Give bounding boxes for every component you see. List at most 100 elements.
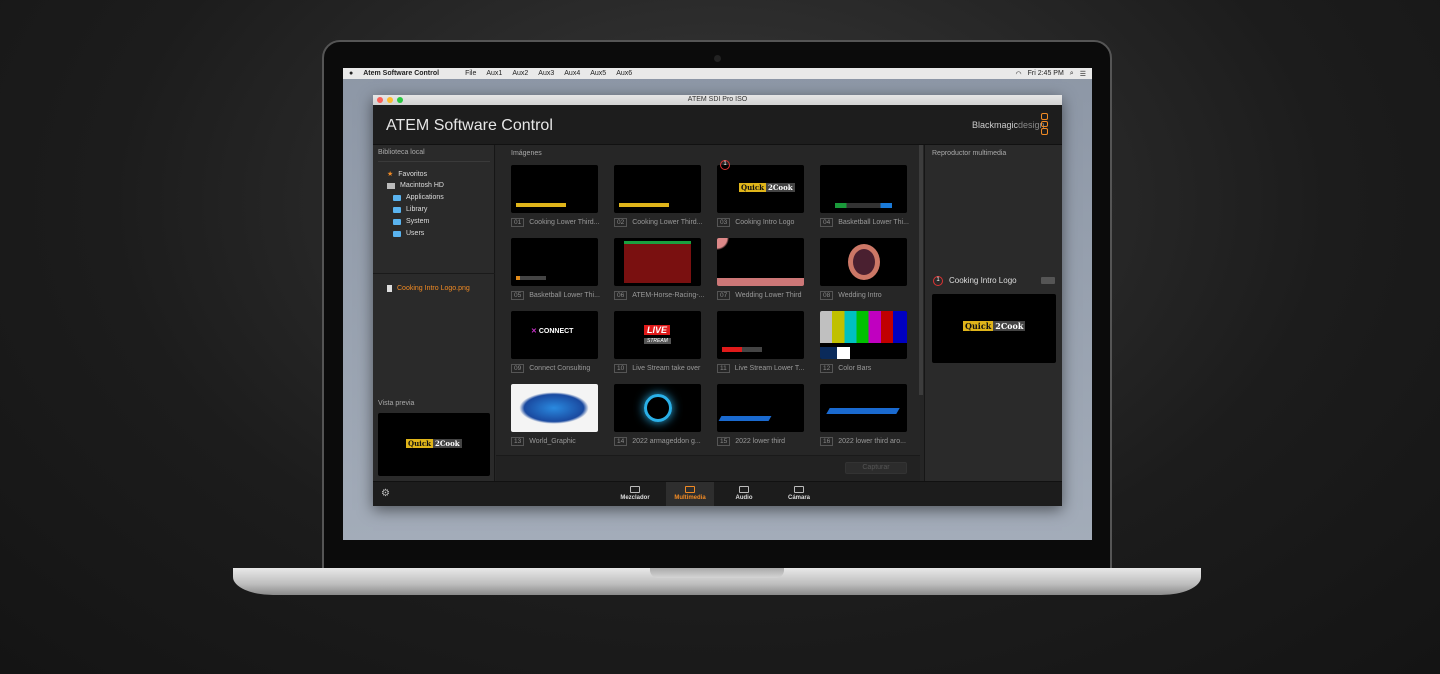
list-icon[interactable]: ☰ — [1080, 70, 1086, 78]
media-name: Connect Consulting — [529, 365, 591, 372]
media-thumbnail[interactable] — [717, 238, 804, 286]
tab-multimedia[interactable]: Multimedia — [666, 482, 714, 506]
media-label: 07 Wedding Lower Third — [717, 291, 802, 300]
clock[interactable]: Fri 2:45 PM — [1028, 70, 1064, 77]
media-slot-number: 14 — [614, 437, 628, 446]
panel-splitter[interactable] — [373, 273, 495, 274]
media-name: Basketball Lower Thi... — [838, 219, 909, 226]
menu-file[interactable]: File — [465, 70, 476, 77]
tree-users[interactable]: Users — [393, 230, 424, 237]
media-thumbnail[interactable] — [820, 384, 907, 432]
media-player-panel: Reproductor multimedia 1 Cooking Intro L… — [924, 145, 1062, 481]
local-library-panel: Biblioteca local ★ Favoritos Macintosh HD… — [373, 145, 495, 481]
media-name: Basketball Lower Thi... — [529, 292, 600, 299]
menu-aux6[interactable]: Aux6 — [616, 70, 632, 77]
folder-icon — [393, 230, 401, 237]
media-slot-number: 16 — [820, 437, 834, 446]
preview-heading: Vista previa — [378, 400, 415, 407]
menu-aux2[interactable]: Aux2 — [512, 70, 528, 77]
slot-badge: 1 — [720, 160, 730, 170]
media-thumbnail[interactable] — [614, 165, 701, 213]
menu-aux1[interactable]: Aux1 — [486, 70, 502, 77]
settings-gear-icon[interactable]: ⚙ — [381, 488, 390, 499]
media-slot-number: 15 — [717, 437, 731, 446]
player-clip-name: Cooking Intro Logo — [949, 276, 1017, 285]
folder-icon — [393, 218, 401, 225]
minimize-button[interactable] — [387, 97, 393, 103]
media-thumbnail[interactable] — [820, 238, 907, 286]
brand-logo: Blackmagicdesign — [972, 120, 1045, 130]
folder-icon — [393, 194, 401, 201]
wifi-icon[interactable]: ◠ — [1016, 70, 1022, 78]
screen: ● Atem Software Control File Aux1 Aux2 A… — [343, 68, 1092, 540]
audio-icon — [739, 486, 749, 493]
file-item[interactable]: Cooking Intro Logo.png — [387, 285, 470, 292]
tab-camara[interactable]: Cámara — [775, 482, 823, 506]
media-thumbnail[interactable] — [614, 384, 701, 432]
menu-aux3[interactable]: Aux3 — [538, 70, 554, 77]
menu-aux5[interactable]: Aux5 — [590, 70, 606, 77]
media-thumbnail[interactable] — [511, 384, 598, 432]
media-name: 2022 lower third aro... — [838, 438, 906, 445]
tree-macintosh-hd[interactable]: Macintosh HD — [387, 182, 444, 189]
media-label: 11 Live Stream Lower T... — [717, 364, 804, 373]
media-slot-number: 02 — [614, 218, 628, 227]
app-title: ATEM Software Control — [386, 117, 553, 134]
media-slot-number: 12 — [820, 364, 834, 373]
capture-button[interactable]: Capturar — [845, 462, 907, 474]
tree-applications[interactable]: Applications — [393, 194, 444, 201]
media-name: Cooking Intro Logo — [735, 219, 795, 226]
media-thumbnail[interactable] — [717, 311, 804, 359]
tab-mezclador[interactable]: Mezclador — [611, 482, 659, 506]
media-thumbnail[interactable] — [511, 165, 598, 213]
media-slot-number: 11 — [717, 364, 730, 373]
scrollbar[interactable] — [919, 145, 923, 395]
media-thumbnail[interactable]: ✕ CONNECT — [511, 311, 598, 359]
media-slot-number: 05 — [511, 291, 525, 300]
media-slot-number: 01 — [511, 218, 525, 227]
media-name: Cooking Lower Third... — [632, 219, 703, 226]
menu-app[interactable]: Atem Software Control — [363, 70, 439, 77]
media-name: Live Stream Lower T... — [734, 365, 805, 372]
tree-system[interactable]: System — [393, 218, 429, 225]
media-thumbnail[interactable] — [511, 238, 598, 286]
media-label: 04 Basketball Lower Thi... — [820, 218, 909, 227]
menu-bar: ● Atem Software Control File Aux1 Aux2 A… — [343, 68, 1092, 79]
media-label: 16 2022 lower third aro... — [820, 437, 906, 446]
tree-favoritos[interactable]: ★ Favoritos — [387, 170, 427, 179]
star-icon: ★ — [387, 171, 394, 178]
file-icon — [387, 285, 392, 292]
media-slot-number: 13 — [511, 437, 525, 446]
close-button[interactable] — [377, 97, 383, 103]
divider — [378, 161, 490, 162]
media-label: 08 Wedding Intro — [820, 291, 882, 300]
media-label: 06 ATEM-Horse-Racing-... — [614, 291, 704, 300]
media-label: 09 Connect Consulting — [511, 364, 590, 373]
media-thumbnail[interactable] — [614, 238, 701, 286]
media-thumbnail[interactable]: LIVE STREAM — [614, 311, 701, 359]
zoom-button[interactable] — [397, 97, 403, 103]
media-thumbnail[interactable] — [820, 311, 907, 359]
media-player-heading: Reproductor multimedia — [932, 150, 1007, 157]
tab-audio[interactable]: Audio — [720, 482, 768, 506]
media-slot-number: 08 — [820, 291, 834, 300]
media-thumbnail[interactable] — [820, 165, 907, 213]
library-heading: Biblioteca local — [378, 149, 425, 156]
media-name: 2022 armageddon g... — [632, 438, 701, 445]
media-slot-number: 03 — [717, 218, 731, 227]
media-label: 03 Cooking Intro Logo — [717, 218, 794, 227]
media-label: 10 Live Stream take over — [614, 364, 700, 373]
media-label: 14 2022 armageddon g... — [614, 437, 701, 446]
media-thumbnail[interactable]: Quick 2Cook — [717, 165, 804, 213]
image-icon[interactable] — [1041, 277, 1055, 284]
tree-library[interactable]: Library — [393, 206, 427, 213]
menu-aux4[interactable]: Aux4 — [564, 70, 580, 77]
search-icon[interactable]: ⌕ — [1070, 70, 1074, 78]
media-label: 12 Color Bars — [820, 364, 871, 373]
media-name: Cooking Lower Third... — [529, 219, 600, 226]
media-thumbnail[interactable] — [717, 384, 804, 432]
media-slot-number: 07 — [717, 291, 731, 300]
media-label: 13 World_Graphic — [511, 437, 576, 446]
media-label: 15 2022 lower third — [717, 437, 785, 446]
apple-icon[interactable]: ● — [349, 70, 353, 77]
